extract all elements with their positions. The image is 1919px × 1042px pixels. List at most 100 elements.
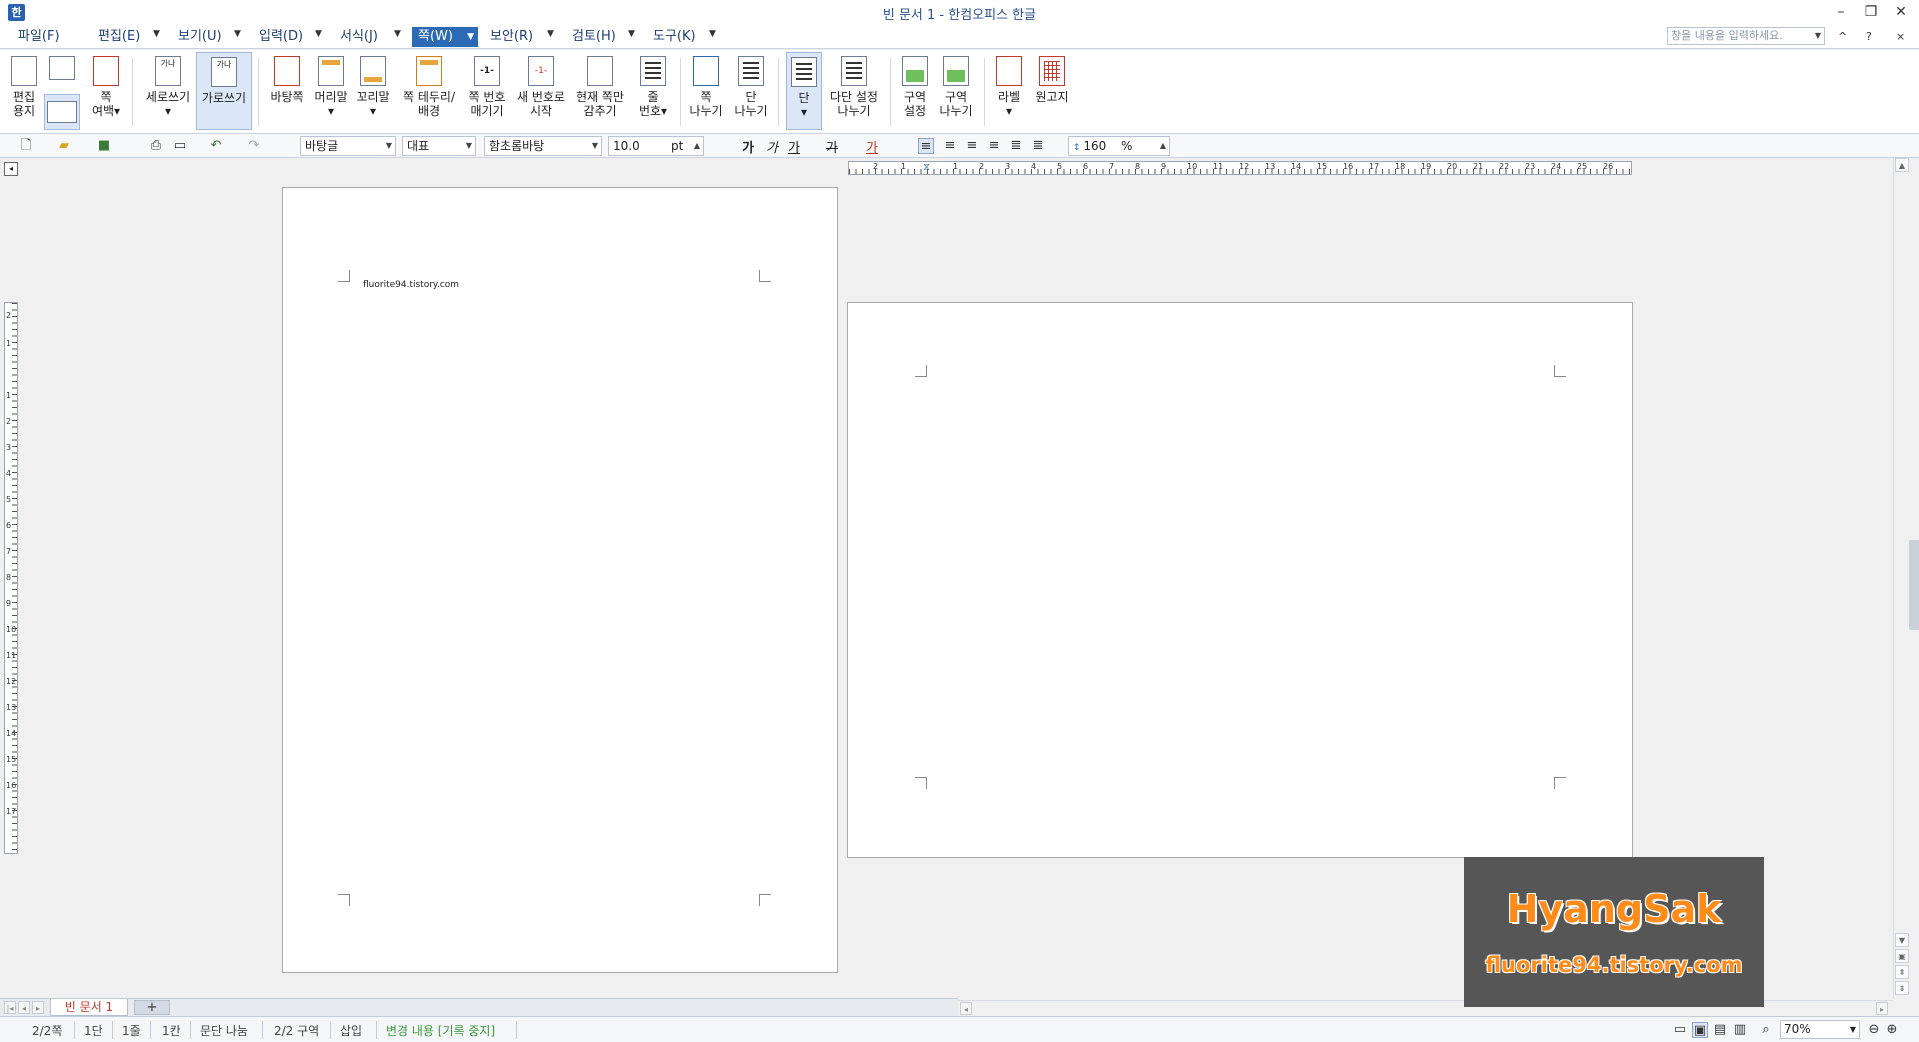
restore-icon[interactable]: ❐ [1856, 2, 1886, 22]
underline-button[interactable]: 가 [788, 137, 800, 156]
help-search-input[interactable]: 창을 내용을 입력하세요. ▼ [1667, 27, 1825, 45]
status-page[interactable]: 2/2쪽 [32, 1022, 62, 1039]
zoom-in-icon[interactable]: ⊕ [1884, 1022, 1900, 1038]
indent-marker-icon[interactable]: ⧖ [923, 162, 930, 173]
scroll-right-icon[interactable]: ▸ [1876, 1002, 1888, 1015]
page-break-button[interactable]: 쪽 나누기 [686, 52, 726, 130]
menu-security[interactable]: 보안(R) [484, 27, 539, 47]
scroll-down-icon[interactable]: ▼ [1895, 933, 1909, 947]
section-break-button[interactable]: 구역 나누기 [936, 52, 976, 130]
ruler-toggle-icon[interactable]: ◂ [4, 162, 18, 176]
vertical-writing-button[interactable]: 가나 세로쓰기 ▾ [140, 52, 196, 130]
align-center-icon[interactable]: ≡ [964, 138, 980, 154]
divide-icon[interactable]: ≣ [1030, 138, 1046, 154]
new-document-icon[interactable]: 🗋 [18, 138, 34, 154]
header-button[interactable]: 머리말 ▾ [310, 52, 352, 130]
scroll-up-icon[interactable]: ▲ [1895, 158, 1909, 172]
prev-page-icon[interactable]: ⇞ [1895, 965, 1909, 979]
chevron-down-icon[interactable]: ▼ [386, 137, 392, 155]
footer-button[interactable]: 꼬리말 ▾ [352, 52, 394, 130]
align-left-icon[interactable]: ≡ [942, 138, 958, 154]
tab-first-icon[interactable]: |◂ [4, 1001, 16, 1014]
page-landscape[interactable] [847, 302, 1633, 858]
menu-insert[interactable]: 입력(D) [253, 27, 309, 47]
master-page-button[interactable]: 바탕쪽 [264, 52, 310, 130]
bold-button[interactable]: 가 [742, 137, 754, 156]
line-spacing-combo[interactable]: ↕ 160 % ▲ [1068, 136, 1170, 156]
line-number-button[interactable]: 줄 번호▾ [632, 52, 674, 130]
chevron-down-icon[interactable]: ▼ [466, 137, 472, 155]
vertical-scrollbar[interactable]: ▲ ▼ ▣ ⇞ ⇟ [1893, 158, 1909, 998]
tab-next-icon[interactable]: ▸ [32, 1001, 44, 1014]
strikethrough-button[interactable]: 가 [826, 137, 838, 156]
chevron-down-icon[interactable]: ▼ [394, 29, 401, 39]
font-color-button[interactable]: 가 [866, 137, 878, 156]
menu-edit[interactable]: 편집(E) [92, 27, 146, 47]
align-justify-icon[interactable]: ≡ [918, 138, 934, 154]
chevron-down-icon[interactable]: ▼ [1850, 1021, 1856, 1038]
view-normal-icon[interactable]: ▭ [1672, 1022, 1688, 1038]
zoom-out-icon[interactable]: ⊖ [1866, 1022, 1882, 1038]
side-panel-toggle[interactable] [1909, 540, 1919, 630]
chevron-down-icon[interactable]: ▼ [547, 29, 554, 39]
help-icon[interactable]: ? [1866, 30, 1872, 43]
chevron-down-icon[interactable]: ▼ [234, 29, 241, 39]
chevron-down-icon[interactable]: ▼ [1815, 28, 1821, 44]
chevron-down-icon[interactable]: ▼ [153, 29, 160, 39]
horizontal-writing-button[interactable]: 가나 가로쓰기 [196, 52, 252, 130]
print-icon[interactable]: ⎙ [148, 138, 164, 154]
minimize-icon[interactable]: – [1826, 2, 1856, 22]
font-size-combo[interactable]: 10.0 pt ▲ [608, 136, 704, 156]
page-view-icon[interactable]: ▣ [1895, 949, 1909, 963]
tab-prev-icon[interactable]: ◂ [18, 1001, 30, 1014]
page-portrait[interactable]: fluorite94.tistory.com [282, 187, 838, 973]
chevron-down-icon[interactable]: ▼ [315, 29, 322, 39]
page-numbering-button[interactable]: -1- 쪽 번호 매기기 [462, 52, 512, 130]
ribbon-collapse-icon[interactable]: ^ [1838, 30, 1847, 43]
menu-file[interactable]: 파일(F) [12, 27, 66, 47]
new-number-start-button[interactable]: -1- 새 번호로 시작 [512, 52, 570, 130]
chevron-down-icon[interactable]: ▼ [628, 29, 635, 39]
scroll-left-icon[interactable]: ◂ [960, 1002, 972, 1015]
menu-format[interactable]: 서식(J) [334, 27, 384, 47]
view-outline-icon[interactable]: ▥ [1732, 1022, 1748, 1038]
status-track-changes[interactable]: 변경 내용 [기록 중지] [386, 1022, 495, 1039]
horizontal-ruler[interactable]: 2 1 1 2 3 4 5 6 7 8 9 10 11 12 13 14 15 … [848, 161, 1632, 175]
zoom-combo[interactable]: 70% ▼ [1780, 1020, 1860, 1039]
page-setup-button[interactable]: 편집 용지 [6, 52, 42, 130]
close-doc-icon[interactable]: × [1896, 30, 1905, 43]
save-icon[interactable]: ■ [96, 138, 112, 154]
undo-icon[interactable]: ↶ [208, 138, 224, 154]
section-setup-button[interactable]: 구역 설정 [896, 52, 934, 130]
view-page-icon[interactable]: ▣ [1692, 1022, 1708, 1038]
menu-review[interactable]: 검토(H) [566, 27, 622, 47]
paragraph-style-combo[interactable]: 바탕글 ▼ [300, 136, 396, 156]
spin-icon[interactable]: ▲ [694, 137, 700, 155]
column-break-button[interactable]: 단 나누기 [730, 52, 772, 130]
align-right-icon[interactable]: ≡ [986, 138, 1002, 154]
close-icon[interactable]: ✕ [1886, 2, 1916, 22]
status-insert-mode[interactable]: 삽입 [340, 1022, 362, 1039]
spin-icon[interactable]: ▲ [1160, 137, 1166, 155]
menu-view[interactable]: 보기(U) [172, 27, 228, 47]
zoom-search-icon[interactable]: ⌕ [1758, 1022, 1774, 1038]
hide-current-page-button[interactable]: 현재 쪽만 감추기 [570, 52, 630, 130]
italic-button[interactable]: 가 [766, 137, 778, 156]
open-folder-icon[interactable]: ▰ [56, 138, 72, 154]
language-combo[interactable]: 대표 ▼ [402, 136, 476, 156]
font-combo[interactable]: 함초롬바탕 ▼ [484, 136, 602, 156]
distribute-icon[interactable]: ≣ [1008, 138, 1024, 154]
print-preview-icon[interactable]: ▭ [172, 138, 188, 154]
chevron-down-icon[interactable]: ▼ [592, 137, 598, 155]
multi-column-setup-button[interactable]: 다단 설정 나누기 [824, 52, 884, 130]
next-page-icon[interactable]: ⇟ [1895, 981, 1909, 995]
page-body-text[interactable]: fluorite94.tistory.com [363, 280, 459, 290]
page-landscape-button[interactable] [44, 94, 80, 130]
status-para-break[interactable]: 문단 나눔 [200, 1022, 248, 1039]
vertical-ruler[interactable]: 2 1 1 2 3 4 5 6 7 8 9 10 11 12 13 14 15 … [4, 302, 18, 854]
view-multi-icon[interactable]: ▤ [1712, 1022, 1728, 1038]
manuscript-paper-button[interactable]: 원고지 [1030, 52, 1074, 130]
columns-button[interactable]: 단 ▾ [786, 52, 822, 130]
document-tab[interactable]: 빈 문서 1 [50, 999, 128, 1016]
menu-tools[interactable]: 도구(K) [647, 27, 702, 47]
